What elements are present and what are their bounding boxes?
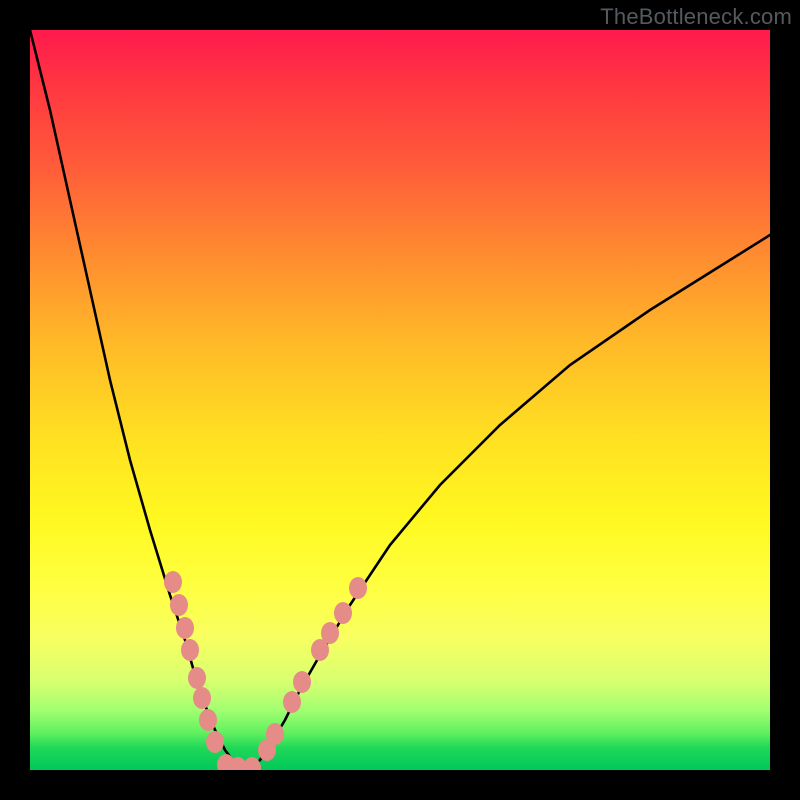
right-curve — [250, 235, 770, 770]
marker-dot — [206, 731, 224, 753]
left-curve — [30, 30, 250, 770]
marker-dot — [321, 622, 339, 644]
marker-dot — [283, 691, 301, 713]
marker-dot — [181, 639, 199, 661]
marker-dot — [334, 602, 352, 624]
marker-dot — [170, 594, 188, 616]
marker-dot — [188, 667, 206, 689]
marker-dot — [349, 577, 367, 599]
marker-dot — [164, 571, 182, 593]
outer-frame: TheBottleneck.com — [0, 0, 800, 800]
curve-layer — [30, 30, 770, 770]
watermark-text: TheBottleneck.com — [600, 4, 792, 30]
plot-area — [30, 30, 770, 770]
marker-dot — [266, 723, 284, 745]
marker-dot — [199, 709, 217, 731]
highlight-markers — [164, 571, 367, 770]
marker-dot — [193, 687, 211, 709]
marker-dot — [176, 617, 194, 639]
marker-dot — [293, 671, 311, 693]
marker-dot — [243, 757, 261, 770]
